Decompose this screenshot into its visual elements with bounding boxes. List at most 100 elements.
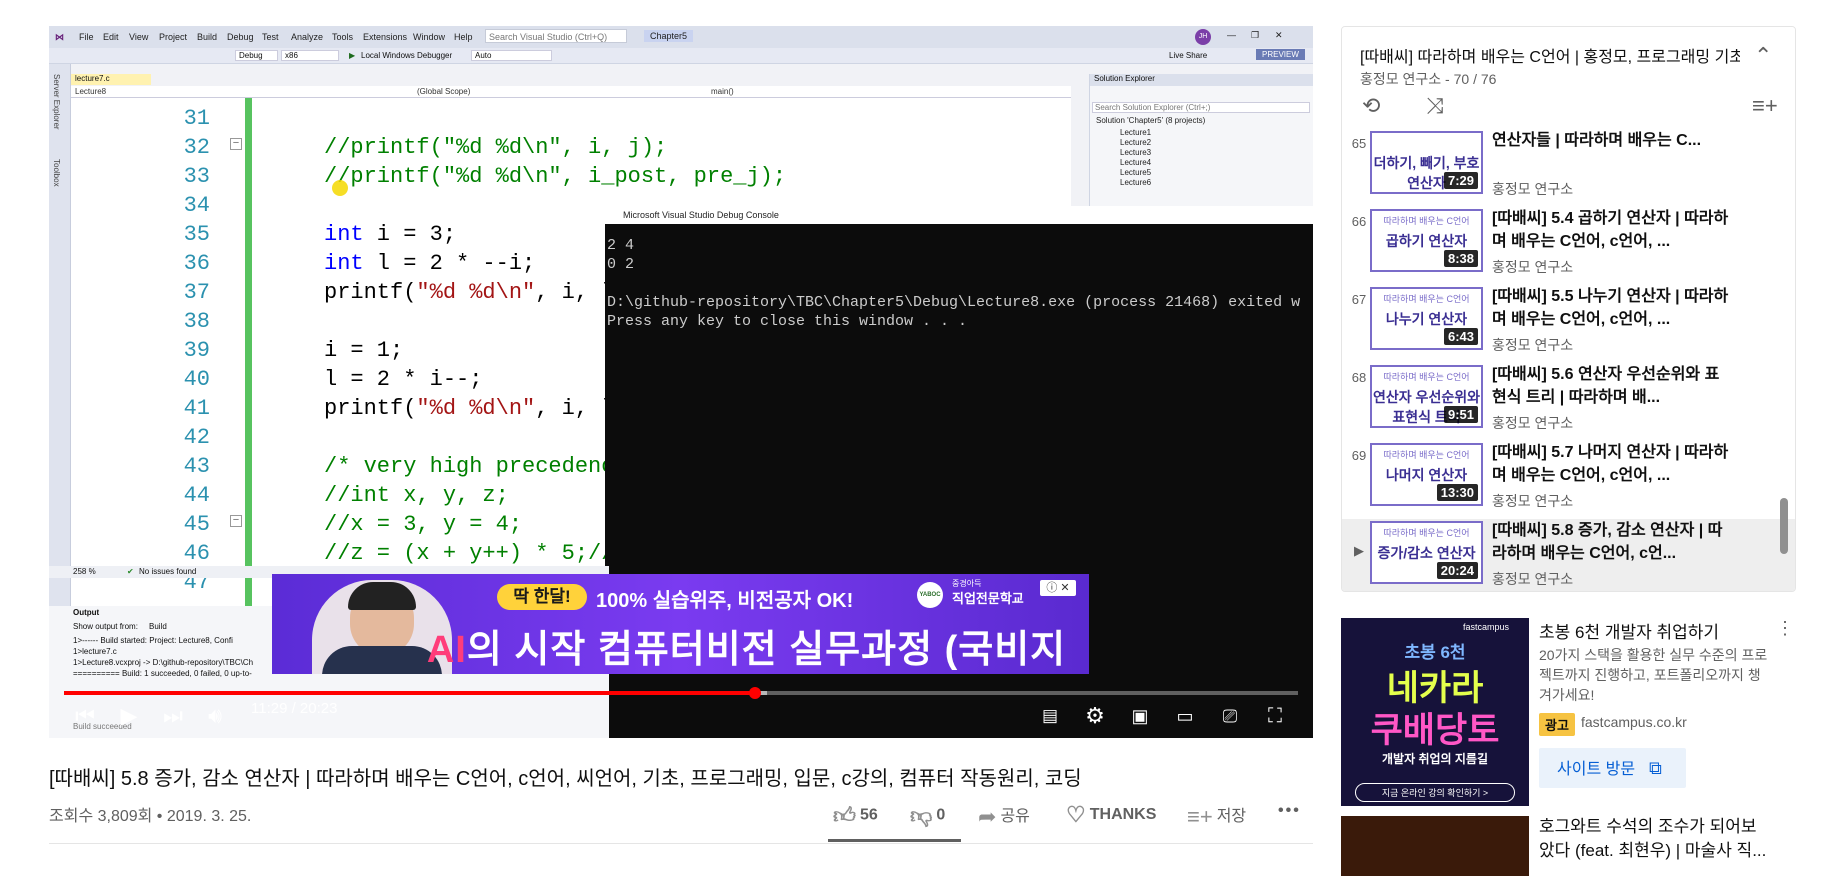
playlist-thumbnail[interactable]: 따라하며 배우는 C언어 곱하기 연산자 8:38 bbox=[1370, 209, 1483, 272]
volume-icon[interactable]: 🔊︎ bbox=[201, 702, 229, 730]
console-line: 0 2 bbox=[607, 256, 635, 273]
progress-bar[interactable] bbox=[64, 687, 1298, 699]
next-video-thumbnail[interactable] bbox=[1341, 816, 1529, 876]
ad-headline: 100% 실습위주, 비전공자 OK! bbox=[596, 590, 854, 612]
playlist-item-title[interactable]: [따배씨] 5.8 증가, 감소 연산자 | 따라하며 배우는 C언어, c언.… bbox=[1492, 519, 1732, 565]
playlist-thumbnail[interactable]: 따라하며 배우는 C언어 증가/감소 연산자 20:24 bbox=[1370, 521, 1483, 584]
playlist-thumbnail[interactable]: 따라하며 배우는 C언어 나머지 연산자 13:30 bbox=[1370, 443, 1483, 506]
playlist-item[interactable]: 68 따라하며 배우는 C언어 연산자 우선순위와 표현식 트리 9:51 [따배씨] … bbox=[1342, 363, 1795, 441]
previous-icon[interactable]: ⏮ bbox=[71, 702, 99, 730]
playlist-item[interactable]: 66 따라하며 배우는 C언어 곱하기 연산자 8:38 [따배씨] 5.4 곱하기 연… bbox=[1342, 207, 1795, 285]
duration-badge: 8:38 bbox=[1443, 250, 1478, 267]
thanks-icon: ♡ bbox=[1066, 802, 1086, 827]
settings-icon[interactable]: ⚙ bbox=[1081, 702, 1109, 730]
output-line: ========== Build: 1 succeeded, 0 failed,… bbox=[73, 669, 252, 678]
playlist-item-title[interactable]: [따배씨] 5.6 연산자 우선순위와 표현식 트리 | 따라하며 배... bbox=[1492, 363, 1732, 409]
menu-item-help: Help bbox=[454, 32, 473, 42]
duration-badge: 9:51 bbox=[1443, 406, 1478, 423]
thumbnail-caption: 따라하며 배우는 C언어 bbox=[1383, 294, 1470, 304]
editor-nav-bar: Lecture8 (Global Scope) main() bbox=[71, 86, 1071, 98]
output-line: 1>------ Build started: Project: Lecture… bbox=[73, 636, 233, 645]
playlist-thumbnail[interactable]: 더하기, 빼기, 부호 연산자 7:29 bbox=[1370, 131, 1483, 194]
playlist-title[interactable]: [따배씨] 따라하며 배우는 C언어 | 홍정모, 프로그래밍 기초 bbox=[1360, 43, 1740, 67]
code-text: //int x, y, z; bbox=[324, 481, 509, 510]
like-button[interactable]: 👍︎ 56 bbox=[833, 802, 878, 829]
solution-item: Lecture6 bbox=[1120, 178, 1152, 187]
menu-item-extensions: Extensions bbox=[363, 32, 408, 42]
visit-site-button[interactable]: 사이트 방문 ⧉ bbox=[1539, 748, 1686, 788]
playlist-item[interactable]: 67 따라하며 배우는 C언어 나누기 연산자 6:43 [따배씨] 5.5 나누기 연… bbox=[1342, 285, 1795, 363]
issues-label: No issues found bbox=[139, 567, 197, 576]
playlist-menu-icon[interactable]: ≡+ bbox=[1752, 93, 1778, 119]
divider bbox=[49, 843, 1313, 844]
video-overlay-ad[interactable]: 딱 한달! 100% 실습위주, 비전공자 OK! AI의 시작 컴퓨터비전 실… bbox=[272, 574, 1089, 674]
menu-item-test: Test bbox=[262, 32, 279, 42]
console-line: Press any key to close this window . . . bbox=[607, 313, 968, 330]
share-button[interactable]: ➦ 공유 bbox=[978, 802, 1030, 830]
next-icon[interactable]: ⏭ bbox=[159, 702, 187, 730]
collapse-icon: − bbox=[230, 138, 242, 150]
progress-scrubber[interactable] bbox=[749, 687, 762, 699]
vs-solution-name: Chapter5 bbox=[644, 30, 694, 42]
line-number: 36 bbox=[183, 251, 210, 276]
ad-more-icon[interactable]: ⋮ bbox=[1776, 618, 1794, 639]
theater-mode-icon[interactable]: ▭ bbox=[1171, 702, 1199, 730]
fastcampus-logo: fastcampus bbox=[1462, 622, 1509, 632]
dislike-button[interactable]: 👎︎ 0 bbox=[910, 802, 945, 829]
playlist-item-title[interactable]: [따배씨] 5.5 나누기 연산자 | 따라하며 배우는 C언어, c언어, .… bbox=[1492, 285, 1732, 331]
ad-domain: fastcampus.co.kr bbox=[1581, 714, 1687, 730]
thumbs-down-icon: 👎︎ bbox=[910, 803, 933, 828]
video-player[interactable]: ⋈ File Edit View Project Build Debug Tes… bbox=[49, 26, 1313, 738]
line-number: 46 bbox=[183, 541, 210, 566]
playlist-thumbnail[interactable]: 따라하며 배우는 C언어 연산자 우선순위와 표현식 트리 9:51 bbox=[1370, 365, 1483, 428]
playlist-item-title[interactable]: [따배씨] 5.4 곱하기 연산자 | 따라하며 배우는 C언어, c언어, .… bbox=[1492, 207, 1732, 253]
ad-card-title[interactable]: 초봉 6천 개발자 취업하기 bbox=[1539, 618, 1719, 643]
code-line: 33 //printf("%d %d\n", i_post, pre_j); bbox=[71, 162, 1071, 191]
playlist-item-title[interactable]: [따배씨] 5.7 나머지 연산자 | 따라하며 배우는 C언어, c언어, .… bbox=[1492, 441, 1732, 487]
shuffle-icon[interactable]: ⤨ bbox=[1426, 93, 1444, 119]
restore-icon: ❐ bbox=[1251, 30, 1260, 40]
ad-card-image[interactable]: fastcampus 초봉 6천 네카라 쿠배당토 개발자 취업의 지름길 지금… bbox=[1341, 618, 1529, 806]
run-debugger-label: Local Windows Debugger bbox=[361, 51, 453, 60]
playlist-item-title[interactable]: 연산자들 | 따라하며 배우는 C... bbox=[1492, 131, 1732, 175]
code-text: printf("%d %d\n", i, l); bbox=[324, 394, 641, 423]
code-token: l = 2 * i--; bbox=[324, 367, 483, 392]
thumbnail-caption: 따라하며 배우는 C언어 bbox=[1383, 450, 1470, 460]
loop-icon[interactable]: ⟲ bbox=[1362, 93, 1380, 119]
output-source-label: Show output from: bbox=[73, 622, 138, 631]
line-number: 35 bbox=[183, 222, 210, 247]
play-icon[interactable]: ▶ bbox=[115, 702, 143, 730]
solution-item: Lecture2 bbox=[1120, 138, 1152, 147]
line-number: 43 bbox=[183, 454, 210, 479]
save-button[interactable]: ≡+ 저장 bbox=[1187, 802, 1246, 830]
ad-img-line3: 쿠배당토 bbox=[1370, 711, 1500, 750]
like-ratio-bar bbox=[828, 839, 961, 842]
cast-icon[interactable]: ⎚ bbox=[1216, 702, 1244, 730]
code-token: //x = 3, y = 4; bbox=[324, 512, 523, 537]
solution-explorer-title: Solution Explorer bbox=[1090, 74, 1313, 86]
playlist-scrollbar[interactable] bbox=[1780, 498, 1788, 554]
line-number: 31 bbox=[183, 106, 210, 131]
playlist-thumbnail[interactable]: 따라하며 배우는 C언어 나누기 연산자 6:43 bbox=[1370, 287, 1483, 350]
thanks-button[interactable]: ♡ THANKS bbox=[1066, 802, 1156, 828]
ad-close-button[interactable]: ⓘ ✕ bbox=[1040, 580, 1076, 596]
toolbox-label: Toolbox bbox=[52, 159, 61, 187]
line-number: 40 bbox=[183, 367, 210, 392]
playlist-subtitle: 홍정모 연구소 - 70 / 76 bbox=[1360, 71, 1497, 87]
fullscreen-icon[interactable]: ⛶ bbox=[1261, 702, 1289, 730]
code-token: //printf("%d %d\n", i, j); bbox=[324, 135, 668, 160]
more-actions-icon[interactable]: ••• bbox=[1278, 802, 1301, 820]
playlist-item[interactable]: ▶ 따라하며 배우는 C언어 증가/감소 연산자 20:24 [따배씨] 5.8 증가,… bbox=[1342, 519, 1795, 591]
thumbs-up-icon: 👍︎ bbox=[833, 803, 856, 828]
next-video-title[interactable]: 호그와트 수석의 조수가 되어보았다 (feat. 최현우) | 마술사 직..… bbox=[1539, 815, 1769, 863]
miniplayer-icon[interactable]: ▣ bbox=[1126, 702, 1154, 730]
line-number: 44 bbox=[183, 483, 210, 508]
solution-item: Lecture3 bbox=[1120, 148, 1152, 157]
collapse-chevron-icon[interactable]: ⌃ bbox=[1754, 43, 1772, 69]
code-token: printf( bbox=[324, 396, 417, 421]
subtitles-icon[interactable]: ▤ bbox=[1036, 702, 1064, 730]
string-literal: "%d %d\n" bbox=[416, 396, 536, 421]
playlist-item[interactable]: 65 더하기, 빼기, 부호 연산자 7:29 연산자들 | 따라하며 배우는 C..… bbox=[1342, 131, 1795, 207]
code-token: //int x, y, z; bbox=[324, 483, 509, 508]
playlist-item[interactable]: 69 따라하며 배우는 C언어 나머지 연산자 13:30 [따배씨] 5.7 나머지 … bbox=[1342, 441, 1795, 519]
